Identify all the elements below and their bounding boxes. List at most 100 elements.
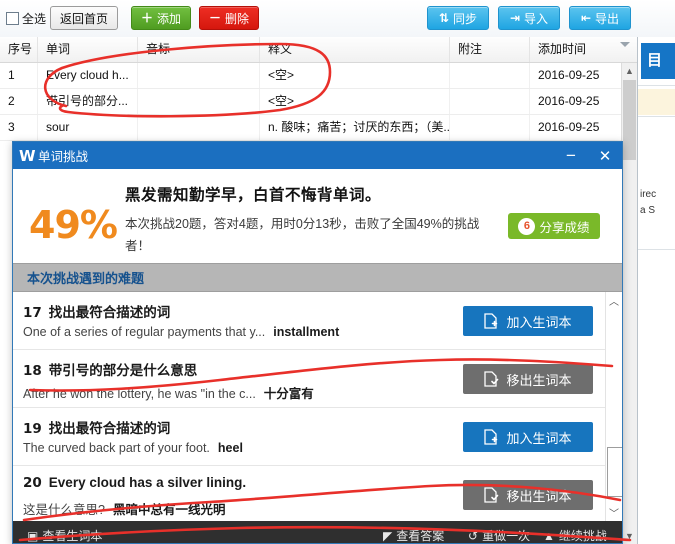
column-header-added-time[interactable]: 添加时间 (530, 37, 645, 62)
sync-label: 同步 (453, 11, 478, 26)
remove-from-wordbook-icon (484, 487, 499, 503)
dialog-title-bar[interactable]: W 单词挑战 − ✕ (13, 142, 622, 169)
view-wordbook-label: 查看生词本 (42, 529, 103, 543)
app-vertical-scrollbar[interactable]: ▲ ▼ (621, 63, 637, 544)
dialog-footer: ▣ 查看生词本 ◤ 查看答案 ↺ 重做一次 ▲ 继续挑战 (13, 521, 622, 543)
dialog-title: 单词挑战 (38, 150, 89, 164)
delete-label: 删除 (225, 11, 250, 26)
app-logo-icon: W (19, 146, 36, 165)
close-button[interactable]: ✕ (588, 142, 622, 169)
redo-label: 重做一次 (482, 529, 531, 543)
delete-button[interactable]: － 删除 (199, 6, 260, 30)
table-row[interactable]: 1 Every cloud h... <空> 2016-09-25 (0, 63, 675, 89)
dialog-scrollbar-thumb[interactable] (607, 447, 622, 497)
add-button[interactable]: ＋ 添加 (131, 6, 192, 30)
question-detail: 这是什么意思? 黑暗中总有一线光明 (23, 499, 225, 518)
play-icon: ▲ (543, 528, 555, 543)
cell-meaning: <空> (260, 63, 450, 88)
add-to-wordbook-label: 加入生词本 (506, 314, 572, 330)
scroll-down-arrow-icon[interactable]: ▼ (622, 528, 637, 544)
remove-from-wordbook-button[interactable]: 移出生词本 (463, 364, 593, 394)
dialog-vertical-scrollbar[interactable]: ︿ ﹀ (605, 292, 622, 521)
column-header-meaning[interactable]: 释义 (260, 37, 450, 62)
column-header-no[interactable]: 序号 (0, 37, 38, 62)
table-header-row: 序号 单词 音标 释义 附注 添加时间 (0, 37, 675, 63)
sync-button[interactable]: ⇅ 同步 (427, 6, 489, 30)
cell-phonetic (138, 115, 260, 140)
question-title: Every cloud has a silver lining. (48, 475, 247, 490)
divider (638, 85, 675, 86)
cell-phonetic (138, 89, 260, 114)
export-label: 导出 (595, 11, 620, 26)
add-to-wordbook-button[interactable]: 加入生词本 (463, 306, 593, 336)
redo-icon: ↺ (468, 528, 479, 543)
side-window-text-line-1: irec (640, 189, 657, 200)
app-toolbar: 全选 返回首页 ＋ 添加 － 删除 ⇅ 同步 ⇥ 导入 ⇤ 导出 (0, 0, 675, 38)
scrollbar-thumb[interactable] (623, 80, 636, 160)
back-to-home-button[interactable]: 返回首页 (50, 6, 119, 30)
redo-button[interactable]: ↺ 重做一次 (468, 527, 531, 544)
slogan: 黑发需知勤学早，白首不悔背单词。 (125, 187, 382, 204)
weibo-icon: 6 (518, 217, 536, 235)
list-item[interactable]: 19 找出最符合描述的词 The curved back part of you… (13, 408, 605, 466)
word-table: 序号 单词 音标 释义 附注 添加时间 1 Every cloud h... <… (0, 37, 675, 141)
view-answers-label: 查看答案 (396, 529, 445, 543)
add-to-wordbook-button[interactable]: 加入生词本 (463, 422, 593, 452)
cell-word: Every cloud h... (38, 63, 138, 88)
import-button[interactable]: ⇥ 导入 (498, 6, 560, 30)
table-row[interactable]: 2 带引号的部分... <空> 2016-09-25 (0, 89, 675, 115)
list-item[interactable]: 18 带引号的部分是什么意思 After he won the lottery,… (13, 350, 605, 408)
question-detail: The curved back part of your foot. heel (23, 441, 243, 455)
export-button[interactable]: ⇤ 导出 (569, 6, 631, 30)
difficult-questions-list[interactable]: 17 找出最符合描述的词 One of a series of regular … (13, 292, 605, 521)
view-answers-button[interactable]: ◤ 查看答案 (383, 527, 445, 544)
sync-arrows-icon: ⇅ (438, 11, 450, 25)
cell-no: 1 (0, 63, 38, 88)
question-title: 找出最符合描述的词 (48, 305, 171, 320)
column-header-word[interactable]: 单词 (38, 37, 138, 62)
minus-icon: － (209, 11, 222, 25)
question-heading: 18 带引号的部分是什么意思 (23, 359, 197, 379)
question-heading: 19 找出最符合描述的词 (23, 417, 170, 437)
question-detail: One of a series of regular payments that… (23, 325, 339, 339)
list-item[interactable]: 17 找出最符合描述的词 One of a series of regular … (13, 292, 605, 350)
remove-from-wordbook-button[interactable]: 移出生词本 (463, 480, 593, 510)
list-item[interactable]: 20 Every cloud has a silver lining. 这是什么… (13, 466, 605, 521)
question-answer: 黑暗中总有一线光明 (112, 503, 226, 517)
question-number: 20 (23, 475, 42, 491)
question-prompt: One of a series of regular payments that… (23, 325, 266, 339)
cell-meaning: n. 酸味；痛苦；讨厌的东西；（美... (260, 115, 450, 140)
view-wordbook-button[interactable]: ▣ 查看生词本 (27, 527, 103, 544)
remove-from-wordbook-label: 移出生词本 (506, 488, 572, 504)
dialog-body: 黑发需知勤学早，白首不悔背单词。 49% 本次挑战20题，答对4题，用时0分13… (13, 169, 622, 543)
dialog-scroll-up-arrow-icon[interactable]: ︿ (606, 292, 622, 309)
column-header-phonetic[interactable]: 音标 (138, 37, 260, 62)
continue-label: 继续挑战 (558, 529, 607, 543)
section-header: 本次挑战遇到的难题 (13, 263, 622, 292)
select-all-checkbox[interactable]: 全选 (6, 10, 46, 27)
background-side-window[interactable]: 目 irec a S (637, 37, 675, 544)
question-title: 找出最符合描述的词 (48, 421, 171, 436)
question-number: 17 (23, 305, 42, 321)
divider (638, 116, 675, 117)
dialog-scroll-down-arrow-icon[interactable]: ﹀ (606, 504, 622, 521)
minimize-button[interactable]: − (554, 142, 588, 169)
cell-word: sour (38, 115, 138, 140)
flag-icon: ◤ (383, 528, 393, 543)
continue-challenge-button[interactable]: ▲ 继续挑战 (543, 527, 607, 544)
cell-no: 2 (0, 89, 38, 114)
question-prompt: 这是什么意思? (23, 503, 105, 517)
result-summary: 黑发需知勤学早，白首不悔背单词。 49% 本次挑战20题，答对4题，用时0分13… (13, 169, 622, 263)
sort-descending-icon[interactable] (620, 42, 630, 47)
plus-icon: ＋ (141, 11, 154, 25)
score-percent: 49% (29, 203, 118, 247)
cell-note (450, 63, 530, 88)
question-prompt: The curved back part of your foot. (23, 441, 210, 455)
share-score-button[interactable]: 6 分享成绩 (508, 213, 600, 239)
add-label: 添加 (157, 11, 182, 26)
checkbox-box[interactable] (6, 12, 19, 25)
table-row[interactable]: 3 sour n. 酸味；痛苦；讨厌的东西；（美... 2016-09-25 (0, 115, 675, 141)
scroll-up-arrow-icon[interactable]: ▲ (622, 63, 637, 79)
question-heading: 17 找出最符合描述的词 (23, 301, 170, 321)
column-header-note[interactable]: 附注 (450, 37, 530, 62)
